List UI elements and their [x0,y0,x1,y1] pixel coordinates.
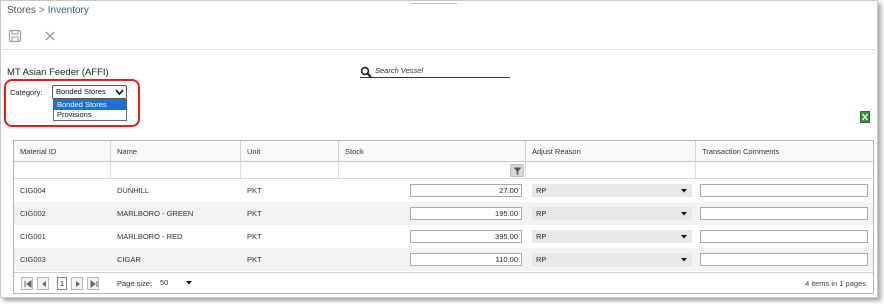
transaction-comment-input[interactable] [700,230,868,243]
cell-material-id: CIG002 [20,209,46,218]
category-dropdown-list: Bonded Stores Provisions [53,99,127,121]
grid-header: Material ID Name Unit Stock Adjust Reaso… [14,141,873,162]
stock-input[interactable]: 395.00 [410,230,522,243]
category-option-provisions[interactable]: Provisions [54,110,126,120]
column-header-adjust-reason[interactable]: Adjust Reason [526,141,696,162]
table-row: CIG003 CIGAR PKT 110.00 RP [14,248,873,271]
cell-unit: PKT [247,232,262,241]
cell-name: CIGAR [117,255,141,264]
filter-cell [339,162,526,179]
dropdown-arrow-icon [680,209,688,221]
window-frame: Stores > Inventory MT Asian Feeder (AFFI) … [0,0,878,298]
page-size-value: 50 [160,278,169,287]
filter-cell [111,162,241,179]
cell-unit: PKT [247,186,262,195]
column-header-unit[interactable]: Unit [241,141,339,162]
inventory-grid: Material ID Name Unit Stock Adjust Reaso… [13,140,874,294]
adjust-reason-value: RP [536,255,547,264]
column-header-stock[interactable]: Stock [339,141,526,162]
adjust-reason-select[interactable]: RP [532,184,692,197]
dropdown-arrow-icon [185,278,193,291]
stock-input[interactable]: 27.00 [410,184,522,197]
next-page-button[interactable] [71,277,83,290]
export-excel-icon[interactable] [860,111,870,123]
category-selected-value: Bonded Stores [56,87,106,96]
last-page-icon [90,280,98,288]
funnel-icon [513,167,522,176]
filter-row [14,162,873,179]
stock-input[interactable]: 195.00 [410,207,522,220]
adjust-reason-select[interactable]: RP [532,230,692,243]
close-icon[interactable] [43,29,57,43]
toolbar [2,23,878,50]
cell-unit: PKT [247,209,262,218]
previous-page-icon [42,281,46,287]
last-page-button[interactable] [87,277,99,290]
page-size-select[interactable]: 50 [157,277,195,290]
pager: 1 Page size: 50 4 items in 1 pages [14,272,873,293]
first-page-button[interactable] [21,277,33,290]
dropdown-arrow-icon [680,255,688,267]
current-page-number[interactable]: 1 [57,277,67,290]
top-divider [411,1,457,4]
table-row: CIG004 DUNHILL PKT 27.00 RP [14,179,873,202]
save-icon[interactable] [8,29,22,43]
breadcrumb: Stores > Inventory [7,5,89,16]
next-page-icon [76,281,80,287]
transaction-comment-input[interactable] [700,207,868,220]
page-size-label: Page size: [117,279,153,288]
column-header-name[interactable]: Name [111,141,241,162]
transaction-comment-input[interactable] [700,184,868,197]
transaction-comment-input[interactable] [700,253,868,266]
category-option-bonded-stores[interactable]: Bonded Stores [54,100,126,110]
first-page-icon [24,280,32,288]
search-vessel [360,66,510,78]
column-header-transaction-comments[interactable]: Transaction Comments [696,141,873,162]
cell-material-id: CIG001 [20,232,46,241]
category-label: Category: [10,88,43,97]
adjust-reason-select[interactable]: RP [532,253,692,266]
adjust-reason-value: RP [536,209,547,218]
vessel-title: MT Asian Feeder (AFFI) [7,67,109,78]
table-row: CIG002 MARLBORO - GREEN PKT 195.00 RP [14,202,873,225]
stock-input[interactable]: 110.00 [410,253,522,266]
previous-page-button[interactable] [37,277,49,290]
adjust-reason-select[interactable]: RP [532,207,692,220]
filter-cell [526,162,696,179]
table-row: CIG001 MARLBORO - RED PKT 395.00 RP [14,225,873,248]
cell-name: MARLBORO - GREEN [117,209,194,218]
cell-material-id: CIG003 [20,255,46,264]
search-vessel-input[interactable] [375,66,505,75]
adjust-reason-value: RP [536,232,547,241]
category-select[interactable]: Bonded Stores [52,85,127,99]
column-header-material-id[interactable]: Material ID [14,141,111,162]
dropdown-arrow-icon [680,232,688,244]
cell-unit: PKT [247,255,262,264]
dropdown-arrow-icon [680,186,688,198]
breadcrumb-stores-link[interactable]: Stores [7,5,36,16]
cell-name: MARLBORO - RED [117,232,183,241]
filter-cell [241,162,339,179]
cell-material-id: CIG004 [20,186,46,195]
breadcrumb-separator: > [38,5,45,16]
adjust-reason-value: RP [536,186,547,195]
search-icon[interactable] [360,66,372,80]
cell-name: DUNHILL [117,186,150,195]
pager-info: 4 items in 1 pages [805,279,866,288]
stock-filter-button[interactable] [510,164,524,177]
filter-cell [14,162,111,179]
breadcrumb-inventory[interactable]: Inventory [48,5,89,16]
